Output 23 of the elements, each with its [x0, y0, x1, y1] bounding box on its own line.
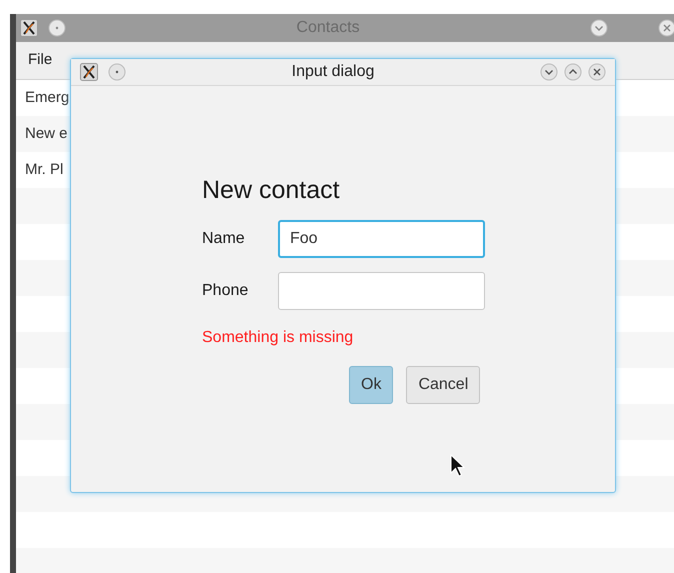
dialog-button[interactable]: Cancel: [406, 366, 480, 404]
field-label: Phone: [202, 281, 250, 301]
contact-item[interactable]: New e: [25, 122, 68, 146]
pin-button[interactable]: [108, 63, 126, 81]
minimize-button[interactable]: [590, 19, 608, 37]
field-label: Name: [202, 229, 246, 249]
dialog-title: Input dialog: [290, 62, 376, 82]
contact-item[interactable]: Mr. Pl: [25, 158, 64, 182]
text-field[interactable]: Foo: [278, 220, 485, 258]
pin-button[interactable]: [48, 19, 66, 37]
cursor-icon: [450, 454, 466, 478]
menu-item[interactable]: File: [28, 49, 52, 72]
dialog-heading: New contact: [202, 175, 341, 205]
error-message: Something is missing: [202, 328, 354, 348]
maximize-button[interactable]: [564, 63, 582, 81]
text-field[interactable]: [278, 272, 485, 310]
contact-item[interactable]: Emerg: [25, 86, 70, 110]
dialog-button[interactable]: Ok: [349, 366, 394, 404]
close-button[interactable]: [588, 63, 606, 81]
app-icon: [20, 19, 38, 37]
minimize-button[interactable]: [540, 63, 558, 81]
close-button[interactable]: [658, 19, 674, 37]
app-icon: [80, 63, 98, 81]
